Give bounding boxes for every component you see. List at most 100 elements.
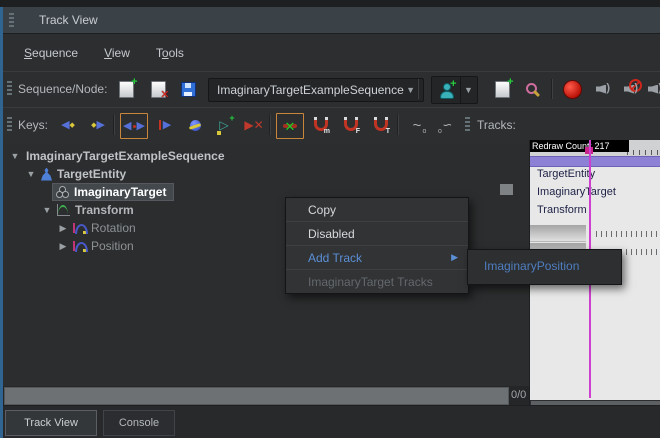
sequence-selector-combobox[interactable]: ImaginaryTargetExampleSequence ▼ [208,78,424,102]
add-track-submenu: ImaginaryPosition [467,249,622,285]
arrow-right-icon: ▶ [137,121,145,132]
expander-open-icon[interactable] [9,151,21,161]
scale-keys-button[interactable] [182,113,208,137]
snap-none-button[interactable]: ✕ [276,113,304,139]
tree-item-rotation[interactable]: Rotation [57,219,136,237]
delete-sequence-button[interactable]: ✕ [145,77,171,101]
arrow-right-icon: ▶ [163,120,171,131]
delete-keys-button[interactable]: ▶✕ [241,113,267,137]
red-arrow-icon: ▶✕ [244,118,263,132]
record-icon [563,80,582,99]
add-sequence-button[interactable]: + [113,77,139,101]
tangent-in-button[interactable]: ~o [404,113,430,137]
key-bar-icon [159,120,161,130]
mute-all-button[interactable]: ✕ [643,77,660,101]
toolbar-separator [269,115,270,135]
cursor-plus-icon: ▷+ [219,118,228,132]
tree-item-position[interactable]: Position [57,237,134,255]
expander-closed-icon[interactable] [57,223,69,234]
toolbar-grip-icon[interactable] [7,81,12,95]
move-keys-button[interactable]: ◀▶ [120,113,148,139]
keys-toolbar: Keys: ◀◆ ◆▶ ◀▶ ▶ ▷+ ▶✕ ✕ m F T ~o ~o Tra… [3,107,660,144]
snap-frame-button[interactable]: F [337,113,363,137]
tree-item-targetentity[interactable]: TargetEntity [25,165,126,183]
timeline-row-label: ImaginaryTarget [537,186,616,198]
find-button[interactable] [519,77,545,101]
expander-open-icon[interactable] [25,169,37,179]
title-bar[interactable]: Track View [3,7,660,34]
speaker-icon [596,82,612,97]
scroll-indicator: 0/0 [511,389,526,401]
document-delete-icon: ✕ [151,81,166,98]
toolbar-grip-icon[interactable] [7,117,12,131]
menu-tools[interactable]: Tools [145,42,195,64]
toolbar-separator [397,115,398,135]
add-selected-node-button[interactable]: + ▼ [431,76,478,104]
slide-keys-button[interactable]: ▶ [152,113,178,137]
entity-icon [41,168,52,181]
speaker-slash-icon [624,82,640,97]
sequence-node-label: Sequence/Node: [18,82,107,96]
menu-view[interactable]: View [93,42,141,64]
chevron-down-icon: ▼ [406,85,415,95]
magnet-icon: m [311,117,329,133]
track-gradient-block [530,225,586,242]
ruler-ticks [627,150,660,155]
create-key-button[interactable]: ▷+ [211,113,237,137]
record-button[interactable] [559,77,585,101]
go-to-previous-key-button[interactable]: ◀◆ [55,113,81,137]
toolbar-separator [113,115,114,135]
context-menu-item-copy[interactable]: Copy [286,198,468,221]
track-view-window: Track View Sequence View Tools Sequence/… [0,0,660,438]
snap-magnet-button[interactable]: m [307,113,333,137]
tab-console[interactable]: Console [103,410,175,436]
tree-item-transform[interactable]: Transform [41,201,134,219]
toolbar-separator [551,79,552,99]
tree-item-imaginarytarget[interactable]: ImaginaryTarget [53,183,173,201]
green-x-icon: ✕ [281,118,299,134]
arrow-left-icon: ◀ [123,121,131,132]
context-menu: Copy Disabled Add Track ▶ ImaginaryTarge… [285,197,469,294]
mute-button[interactable] [619,77,645,101]
tree-scrollbar-thumb[interactable] [500,184,513,195]
context-menu-item-add-track[interactable]: Add Track ▶ [286,245,468,269]
speaker-x-icon: ✕ [648,82,660,97]
toolbar-grip-icon[interactable] [465,117,470,131]
context-menu-item-disabled[interactable]: Disabled [286,221,468,245]
window-title: Track View [39,13,98,27]
track-row[interactable] [530,225,660,241]
tab-track-view[interactable]: Track View [5,410,97,436]
menu-sequence[interactable]: Sequence [13,42,89,64]
tree-horizontal-scrollbar[interactable]: 0/0 [3,386,529,405]
person-plus-icon[interactable]: + [432,77,461,103]
add-track-button[interactable]: + [489,77,515,101]
magnet-icon: F [341,117,359,133]
selected-row-highlight: ImaginaryTarget [53,184,173,200]
submenu-arrow-icon: ▶ [451,252,458,263]
sequence-selector-value: ImaginaryTargetExampleSequence [217,83,404,97]
floppy-disk-icon [181,82,196,97]
magnifier-key-icon [525,82,540,97]
edit-sequence-button[interactable] [175,77,201,101]
tangent-out-button[interactable]: ~o [434,113,460,137]
track-ticks [596,231,659,237]
arrow-right-icon: ▶ [96,120,104,131]
timeline-row-label: Transform [537,204,587,216]
add-node-dropdown-arrow[interactable]: ▼ [461,77,476,103]
curve-track-icon [73,223,86,234]
keys-label: Keys: [18,118,48,132]
submenu-item-imaginaryposition[interactable]: ImaginaryPosition [468,250,621,282]
play-sound-button[interactable] [591,77,617,101]
context-menu-item-imaginarytarget-tracks: ImaginaryTarget Tracks [286,269,468,293]
tracks-label: Tracks: [477,118,516,132]
titlebar-grip-icon[interactable] [9,13,14,27]
toolbar-separator [417,79,418,99]
snap-tick-button[interactable]: T [367,113,393,137]
tree-item-sequence[interactable]: ImaginaryTargetExampleSequence [9,147,225,165]
expander-closed-icon[interactable] [57,241,69,252]
expander-open-icon[interactable] [41,205,53,215]
document-plus-icon: + [119,81,134,98]
sequence-selection-band [530,156,660,167]
go-to-next-key-button[interactable]: ◆▶ [85,113,111,137]
scrollbar-thumb[interactable] [4,387,509,405]
